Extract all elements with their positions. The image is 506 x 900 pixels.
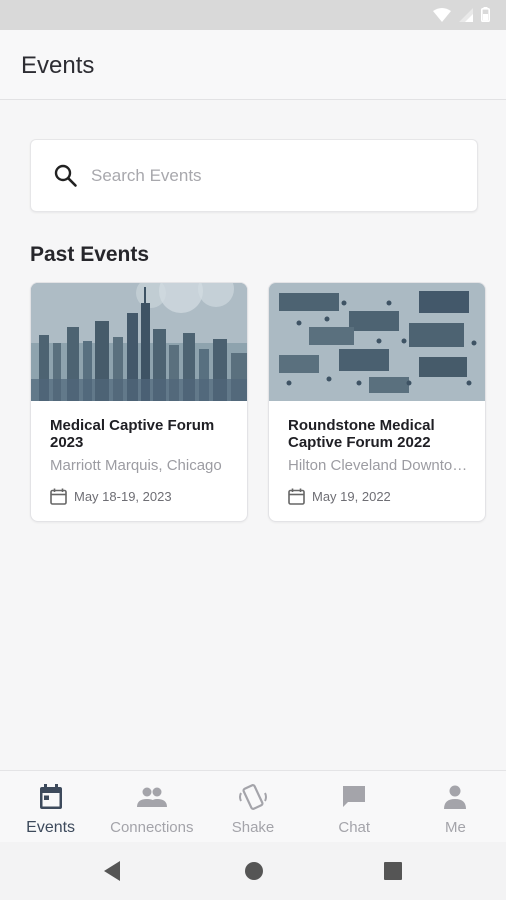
bottom-navigation: Events Connections Shake Chat Me (0, 770, 506, 842)
event-title: Medical Captive Forum 2023 (50, 417, 215, 451)
app-bar: Events (0, 30, 506, 100)
nav-label: Shake (231, 819, 275, 836)
people-icon (136, 787, 167, 807)
event-location: Marriott Marquis, Chicago (50, 457, 222, 474)
chat-icon (343, 786, 366, 807)
event-date: May 19, 2022 (312, 489, 391, 504)
nav-item-connections[interactable]: Connections (101, 771, 202, 842)
calendar-icon (39, 784, 62, 809)
shake-phone-icon (239, 784, 267, 810)
search-box[interactable] (30, 139, 478, 212)
wifi-icon (433, 7, 451, 22)
nav-item-me[interactable]: Me (405, 771, 506, 842)
nav-label: Me (444, 819, 466, 836)
battery-icon (481, 7, 490, 22)
signal-icon (459, 7, 473, 22)
nav-item-events[interactable]: Events (0, 771, 101, 842)
recents-icon[interactable] (383, 860, 403, 882)
event-location: Hilton Cleveland Downtown (288, 457, 468, 474)
event-date-row: May 19, 2022 (288, 488, 391, 505)
search-input[interactable] (91, 162, 451, 190)
conference-hall-photo (269, 283, 485, 401)
event-card[interactable]: Roundstone Medical Captive Forum 2022 Hi… (268, 282, 486, 522)
section-title: Past Events (30, 243, 150, 266)
nav-item-chat[interactable]: Chat (304, 771, 405, 842)
nav-label: Events (26, 819, 76, 836)
event-title: Roundstone Medical Captive Forum 2022 (288, 417, 435, 451)
event-date: May 18-19, 2023 (74, 489, 172, 504)
home-icon[interactable] (244, 860, 264, 882)
calendar-icon (288, 488, 305, 505)
status-bar (0, 0, 506, 30)
system-navigation-bar (0, 842, 506, 900)
event-card[interactable]: Medical Captive Forum 2023 Marriott Marq… (30, 282, 248, 522)
search-icon (54, 164, 77, 187)
back-icon[interactable] (102, 860, 122, 882)
nav-label: Connections (110, 819, 194, 836)
person-icon (444, 785, 467, 809)
event-date-row: May 18-19, 2023 (50, 488, 172, 505)
page-title: Events (21, 52, 95, 79)
status-icons (433, 7, 490, 22)
calendar-icon (50, 488, 67, 505)
nav-label: Chat (338, 819, 371, 836)
nav-item-shake[interactable]: Shake (202, 771, 303, 842)
city-skyline-photo (31, 283, 247, 401)
